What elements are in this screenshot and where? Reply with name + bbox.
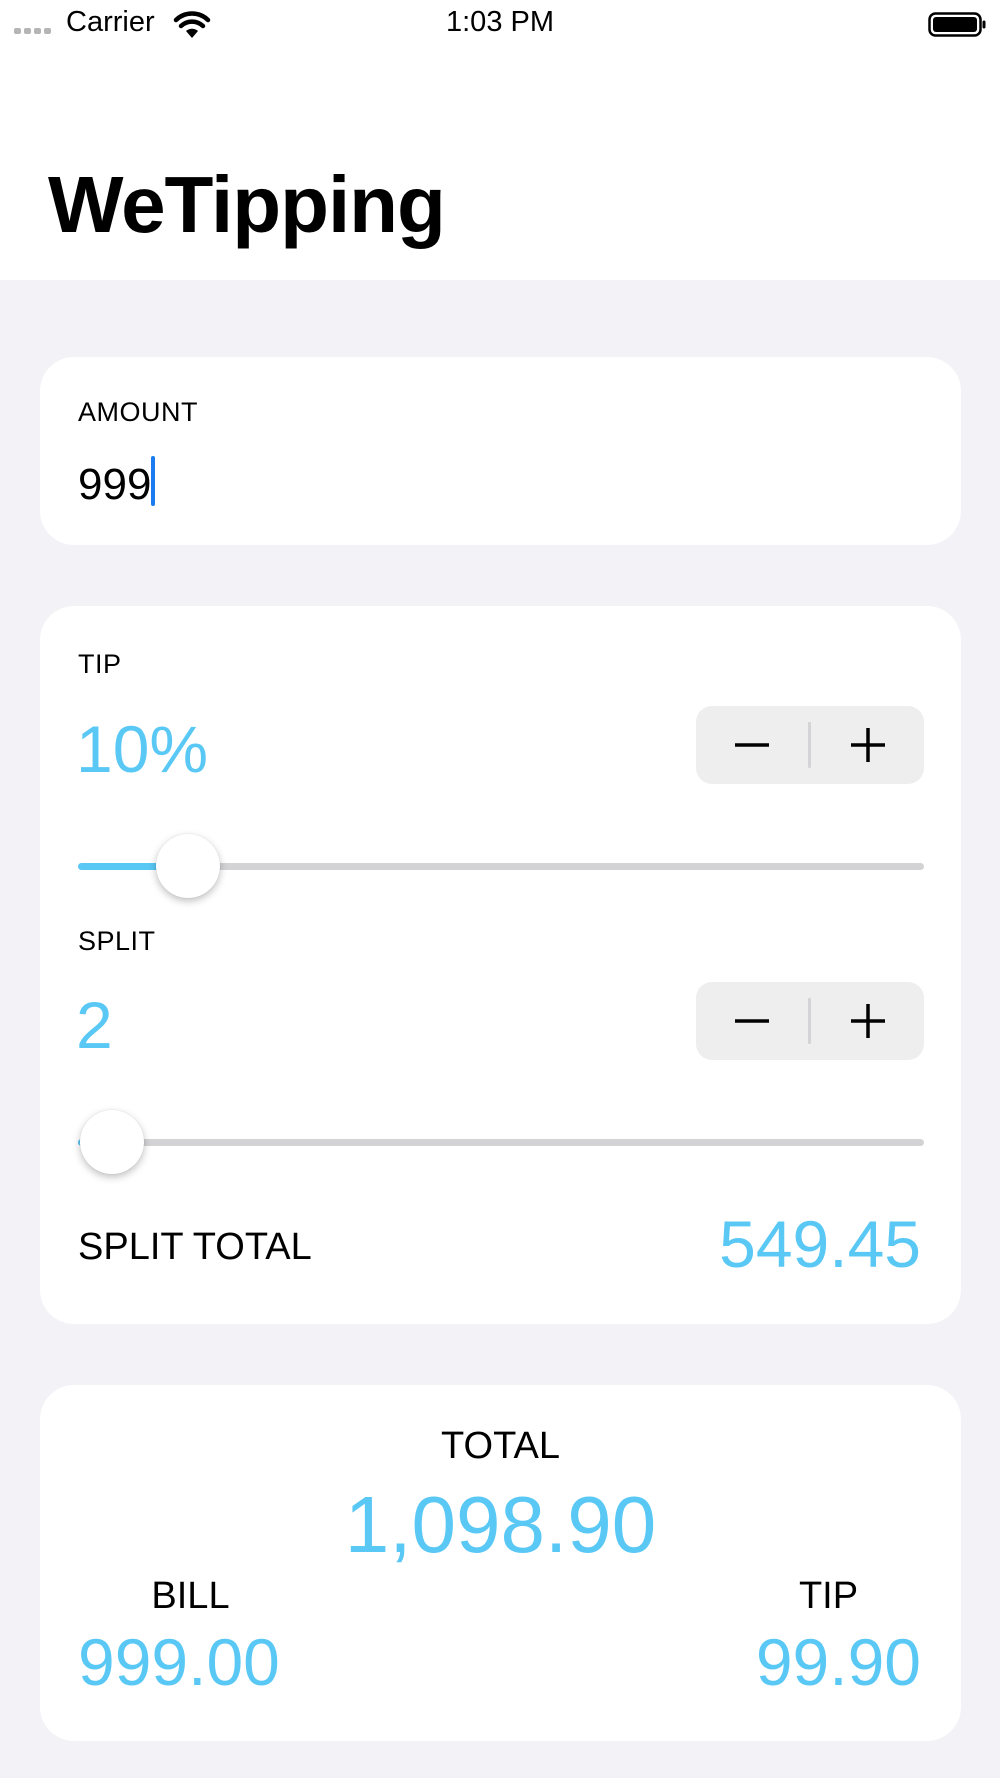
stepper-divider <box>808 722 811 768</box>
status-time: 1:03 PM <box>446 6 554 38</box>
split-total-label: SPLIT TOTAL <box>78 1226 312 1268</box>
page-title: WeTipping <box>48 160 446 249</box>
split-slider[interactable] <box>78 1108 924 1178</box>
tip-slider[interactable] <box>78 832 924 902</box>
split-increment-button[interactable] <box>812 982 924 1060</box>
plus-icon <box>851 1004 885 1038</box>
slider-track <box>78 1139 924 1146</box>
split-label: SPLIT <box>78 926 156 956</box>
total-label: TOTAL <box>441 1425 560 1467</box>
status-bar: Carrier 1:03 PM <box>0 0 1000 50</box>
tip-amount-label: TIP <box>798 1575 859 1617</box>
amount-card: AMOUNT <box>40 357 961 545</box>
split-slider-thumb[interactable] <box>79 1110 144 1174</box>
split-decrement-button[interactable] <box>696 982 808 1060</box>
minus-icon <box>735 743 769 747</box>
split-total-value: 549.45 <box>719 1207 921 1281</box>
amount-input[interactable] <box>78 455 778 515</box>
bill-value: 999.00 <box>78 1625 280 1699</box>
plus-icon <box>851 728 885 762</box>
tip-percent-value: 10% <box>76 712 209 786</box>
split-stepper <box>696 982 924 1060</box>
tip-increment-button[interactable] <box>812 706 924 784</box>
battery-icon <box>928 10 988 45</box>
tip-label: TIP <box>78 649 122 679</box>
stepper-divider <box>808 998 811 1044</box>
text-cursor <box>151 456 155 506</box>
tip-slider-thumb[interactable] <box>155 834 220 898</box>
tip-split-card: TIP 10% SPLIT 2 SPLIT TOTAL 549.45 <box>40 606 961 1324</box>
tip-amount-value: 99.90 <box>755 1625 921 1699</box>
tip-stepper <box>696 706 924 784</box>
amount-label: AMOUNT <box>78 397 198 427</box>
bill-label: BILL <box>151 1575 230 1617</box>
minus-icon <box>735 1019 769 1023</box>
navigation-header: Carrier 1:03 PM WeTipping <box>0 0 1000 280</box>
tip-decrement-button[interactable] <box>696 706 808 784</box>
total-value: 1,098.90 <box>344 1480 657 1569</box>
split-count-value: 2 <box>76 988 113 1062</box>
total-summary-card: TOTAL 1,098.90 BILL 999.00 TIP 99.90 <box>40 1385 961 1741</box>
